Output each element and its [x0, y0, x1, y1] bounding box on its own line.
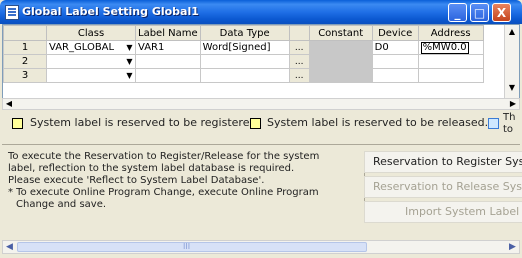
- device-cell[interactable]: [371, 54, 419, 69]
- window-title: Global Label Setting Global1: [22, 5, 199, 18]
- header-class[interactable]: Class: [46, 25, 136, 41]
- address-value: %MW0.0: [420, 41, 469, 54]
- info-message: To execute the Reservation to Register/R…: [8, 151, 360, 211]
- legend-release-text: System label is reserved to be released.: [267, 116, 489, 129]
- legend-release-swatch: [250, 118, 261, 129]
- grid-vertical-scrollbar[interactable]: ▲ ▼: [504, 25, 519, 107]
- info-line: label, reflection to the system label da…: [8, 163, 295, 174]
- reservation-release-button[interactable]: Reservation to Release System: [364, 176, 522, 198]
- label-name-cell[interactable]: VAR1: [135, 40, 201, 55]
- header-row: Class Label Name Data Type Constant Devi…: [3, 25, 484, 41]
- data-type-browse-button[interactable]: ...: [288, 40, 310, 55]
- row-number: 3: [3, 68, 47, 83]
- data-type-cell[interactable]: [199, 54, 290, 69]
- legend-register-text: System label is reserved to be registere…: [30, 116, 260, 129]
- header-browse: [288, 25, 310, 41]
- legend-third-swatch: [488, 118, 499, 129]
- table-row[interactable]: 1 VAR_GLOBAL ▼ VAR1 Word[Signed] ... D0 %…: [3, 40, 484, 55]
- close-button[interactable]: X: [492, 3, 511, 22]
- table-row[interactable]: 2 ▼ ...: [3, 54, 484, 69]
- reservation-register-button[interactable]: Reservation to Register System: [364, 151, 522, 173]
- scroll-right-icon[interactable]: ▶: [507, 99, 519, 109]
- info-line: Please execute 'Reflect to System Label …: [8, 175, 265, 186]
- class-value: VAR_GLOBAL: [49, 41, 115, 53]
- class-cell[interactable]: VAR_GLOBAL ▼: [46, 40, 136, 55]
- chevron-down-icon[interactable]: ▼: [124, 42, 135, 54]
- header-constant[interactable]: Constant: [308, 25, 373, 41]
- scroll-left-icon[interactable]: ◀: [3, 99, 15, 109]
- label-name-cell[interactable]: [135, 54, 201, 69]
- info-line: * To execute Online Program Change, exec…: [8, 187, 319, 198]
- grid-horizontal-scrollbar[interactable]: ◀ ▶: [2, 98, 520, 110]
- info-line: Change and save.: [16, 199, 107, 210]
- data-type-browse-button[interactable]: ...: [288, 54, 310, 69]
- header-data-type[interactable]: Data Type: [199, 25, 290, 41]
- class-cell[interactable]: ▼: [46, 68, 136, 83]
- row-number: 1: [3, 40, 47, 55]
- row-number: 2: [3, 54, 47, 69]
- global-label-setting-window: Global Label Setting Global1 _ □ X Class…: [0, 0, 522, 258]
- chevron-down-icon[interactable]: ▼: [124, 56, 135, 68]
- minimize-button[interactable]: _: [448, 3, 467, 22]
- scroll-right-icon[interactable]: ▶: [506, 241, 519, 253]
- constant-cell: [308, 68, 373, 83]
- data-type-cell[interactable]: [199, 68, 290, 83]
- header-device[interactable]: Device: [371, 25, 419, 41]
- scroll-left-icon[interactable]: ◀: [3, 241, 16, 253]
- data-type-cell[interactable]: Word[Signed]: [199, 40, 290, 55]
- scroll-grip: III: [183, 242, 191, 251]
- legend-third-text-2: to: [503, 124, 514, 135]
- window-icon: [5, 5, 19, 20]
- device-cell[interactable]: D0: [371, 40, 419, 55]
- class-cell[interactable]: ▼: [46, 54, 136, 69]
- data-type-browse-button[interactable]: ...: [288, 68, 310, 83]
- import-system-label-button[interactable]: Import System Label: [364, 201, 522, 223]
- table-row[interactable]: 3 ▼ ...: [3, 68, 484, 83]
- scroll-down-icon[interactable]: ▼: [505, 81, 519, 95]
- header-corner: [3, 25, 47, 41]
- scroll-up-icon[interactable]: ▲: [505, 25, 519, 39]
- constant-cell: [308, 40, 373, 55]
- chevron-down-icon[interactable]: ▼: [124, 70, 135, 82]
- label-grid: Class Label Name Data Type Constant Devi…: [2, 24, 520, 108]
- bottom-panel: To execute the Reservation to Register/R…: [2, 144, 522, 241]
- maximize-button[interactable]: □: [470, 3, 489, 22]
- address-cell[interactable]: %MW0.0: [417, 40, 484, 55]
- header-address[interactable]: Address: [417, 25, 484, 41]
- scroll-thumb[interactable]: III: [17, 242, 367, 252]
- label-name-cell[interactable]: [135, 68, 201, 83]
- constant-cell: [308, 54, 373, 69]
- legend: System label is reserved to be registere…: [0, 112, 522, 142]
- header-label-name[interactable]: Label Name: [135, 25, 201, 41]
- info-line: To execute the Reservation to Register/R…: [8, 151, 320, 162]
- legend-third-text-1: Th: [503, 112, 516, 123]
- address-cell[interactable]: [417, 54, 484, 69]
- window-horizontal-scrollbar[interactable]: ◀ III ▶: [2, 240, 520, 254]
- device-cell[interactable]: [371, 68, 419, 83]
- title-bar[interactable]: Global Label Setting Global1 _ □ X: [0, 0, 522, 24]
- address-cell[interactable]: [417, 68, 484, 83]
- legend-register-swatch: [12, 118, 23, 129]
